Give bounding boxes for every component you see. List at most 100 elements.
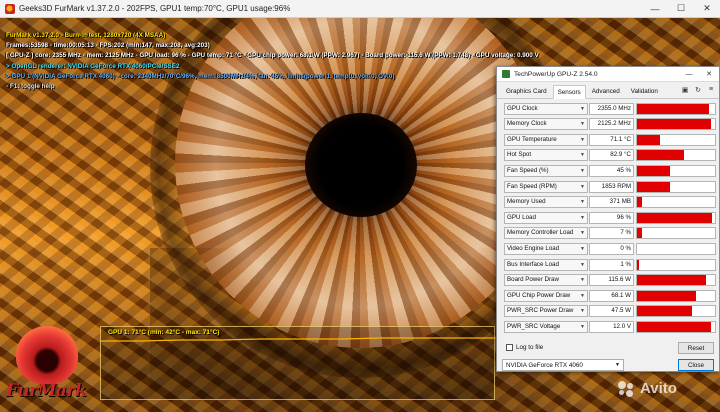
minimize-button[interactable]: —	[642, 0, 668, 17]
camera-icon[interactable]: ▣	[680, 85, 690, 94]
sensor-graph	[636, 149, 716, 162]
overlay-line: Frames:53598 - time:00:05:13 - FPS:202 (…	[6, 42, 210, 50]
sensor-row: Memory Clock ▼ 2125.2 MHz	[504, 118, 716, 131]
sensor-graph-bar	[637, 228, 643, 239]
sensor-row: Board Power Draw ▼ 115.6 W	[504, 274, 716, 287]
sensor-graph-bar	[637, 290, 696, 301]
sensor-name-dropdown[interactable]: Fan Speed (RPM) ▼	[504, 180, 588, 193]
checkbox-box[interactable]	[506, 344, 513, 351]
tab-validation[interactable]: Validation	[626, 85, 663, 98]
chevron-down-icon: ▼	[580, 105, 585, 112]
sensor-graph	[636, 180, 716, 193]
sensor-name-dropdown[interactable]: Video Engine Load ▼	[504, 242, 588, 255]
chevron-down-icon: ▼	[580, 121, 585, 128]
menu-icon[interactable]: ≡	[706, 85, 716, 94]
sensor-name-dropdown[interactable]: Hot Spot ▼	[504, 149, 588, 162]
sensor-graph	[636, 227, 716, 240]
sensor-name: GPU Clock	[507, 104, 538, 112]
sensor-graph-bar	[637, 259, 639, 270]
sensor-graph	[636, 305, 716, 318]
sensor-row: Fan Speed (%) ▼ 45 %	[504, 164, 716, 177]
tab-graphics-card[interactable]: Graphics Card	[501, 85, 552, 98]
log-to-file-checkbox[interactable]: Log to file	[506, 344, 543, 351]
sensor-graph	[636, 133, 716, 146]
avito-watermark: Avito	[618, 380, 677, 397]
avito-dots-icon	[618, 380, 636, 397]
reset-button[interactable]: Reset	[678, 342, 714, 354]
sensor-name-dropdown[interactable]: Memory Used ▼	[504, 196, 588, 209]
sensor-name: Board Power Draw	[507, 276, 559, 284]
gpuz-minimize-button[interactable]: —	[679, 67, 699, 81]
sensor-value: 1853 RPM	[589, 180, 634, 193]
sensor-graph	[636, 289, 716, 302]
sensor-value: 2355.0 MHz	[589, 102, 634, 115]
chevron-down-icon: ▼	[580, 214, 585, 221]
furmark-flame-icon	[16, 326, 78, 384]
sensor-name-dropdown[interactable]: GPU Chip Power Draw ▼	[504, 289, 588, 302]
sensor-row: GPU Chip Power Draw ▼ 68.1 W	[504, 289, 716, 302]
sensor-name: Hot Spot	[507, 151, 532, 159]
refresh-icon[interactable]: ↻	[693, 85, 703, 94]
sensor-name: Fan Speed (%)	[507, 166, 549, 174]
sensor-name-dropdown[interactable]: PWR_SRC Power Draw ▼	[504, 305, 588, 318]
sensor-value: 0 %	[589, 242, 634, 255]
sensor-row: GPU Temperature ▼ 71.1 °C	[504, 133, 716, 146]
gpuz-close-window-button[interactable]: ✕	[699, 67, 719, 81]
log-to-file-label: Log to file	[516, 344, 544, 351]
sensor-name-dropdown[interactable]: Fan Speed (%) ▼	[504, 164, 588, 177]
chevron-down-icon: ▼	[580, 245, 585, 252]
sensor-value: 1 %	[589, 258, 634, 271]
sensor-name-dropdown[interactable]: PWR_SRC Voltage ▼	[504, 320, 588, 333]
sensor-graph-bar	[637, 134, 661, 145]
sensor-value: 12.0 V	[589, 320, 634, 333]
gpuz-footer: Log to file Reset NVIDIA GeForce RTX 406…	[497, 342, 719, 372]
overlay-line: FurMark v1.37.2.0 - Burn-in test, 1280x7…	[6, 32, 166, 39]
temperature-curve	[101, 337, 496, 342]
sensor-row: Video Engine Load ▼ 0 %	[504, 242, 716, 255]
gpu-select-dropdown[interactable]: NVIDIA GeForce RTX 4060 ▼	[502, 359, 624, 371]
sensor-row: Memory Used ▼ 371 MB	[504, 196, 716, 209]
chevron-down-icon: ▼	[580, 292, 585, 299]
furmark-titlebar[interactable]: Geeks3D FurMark v1.37.2.0 - 202FPS, GPU1…	[0, 0, 720, 18]
chevron-down-icon: ▼	[580, 183, 585, 190]
sensor-name-dropdown[interactable]: GPU Load ▼	[504, 211, 588, 224]
sensor-value: 7 %	[589, 227, 634, 240]
sensor-name-dropdown[interactable]: Memory Clock ▼	[504, 118, 588, 131]
fur-eye-pupil	[305, 113, 417, 217]
sensor-graph	[636, 118, 716, 131]
sensor-value: 45 %	[589, 164, 634, 177]
sensor-row: Hot Spot ▼ 82.9 °C	[504, 149, 716, 162]
close-window-button[interactable]: ✕	[694, 0, 720, 17]
overlay-line: > OpenGL renderer: NVIDIA GeForce RTX 40…	[6, 62, 180, 70]
maximize-button[interactable]: ☐	[668, 0, 694, 17]
temperature-line	[101, 337, 496, 342]
sensor-name: Bus Interface Load	[507, 260, 559, 268]
sensor-name-dropdown[interactable]: GPU Clock ▼	[504, 102, 588, 115]
gpuz-tab-bar: Graphics Card Sensors Advanced Validation ▣…	[497, 82, 719, 99]
sensor-name-dropdown[interactable]: Memory Controller Load ▼	[504, 227, 588, 240]
sensor-value: 371 MB	[589, 196, 634, 209]
sensor-graph-bar	[637, 119, 712, 130]
sensor-name-dropdown[interactable]: Bus Interface Load ▼	[504, 258, 588, 271]
sensor-name: PWR_SRC Voltage	[507, 322, 561, 330]
chevron-down-icon: ▼	[580, 136, 585, 143]
furmark-app-icon	[5, 3, 15, 14]
sensor-name-dropdown[interactable]: GPU Temperature ▼	[504, 133, 588, 146]
tab-sensors[interactable]: Sensors	[552, 85, 586, 99]
sensor-value: 96 %	[589, 211, 634, 224]
tab-advanced[interactable]: Advanced	[587, 85, 625, 98]
sensor-graph-bar	[637, 321, 712, 332]
sensor-graph	[636, 258, 716, 271]
chevron-down-icon: ▼	[580, 199, 585, 206]
sensor-name: Memory Controller Load	[507, 229, 574, 237]
close-button[interactable]: Close	[678, 359, 714, 371]
sensor-row: Bus Interface Load ▼ 1 %	[504, 258, 716, 271]
sensor-name: GPU Load	[507, 213, 536, 221]
sensor-value: 71.1 °C	[589, 133, 634, 146]
gpuz-sensor-list: GPU Clock ▼ 2355.0 MHz Memory Clock ▼ 2125.2 …	[504, 102, 716, 338]
gpuz-titlebar[interactable]: TechPowerUp GPU-Z 2.54.0 — ✕	[497, 67, 719, 82]
sensor-graph-bar	[637, 165, 670, 176]
sensor-graph-bar	[637, 275, 706, 286]
furmark-logo-text: FurMark	[6, 381, 87, 401]
sensor-name-dropdown[interactable]: Board Power Draw ▼	[504, 274, 588, 287]
